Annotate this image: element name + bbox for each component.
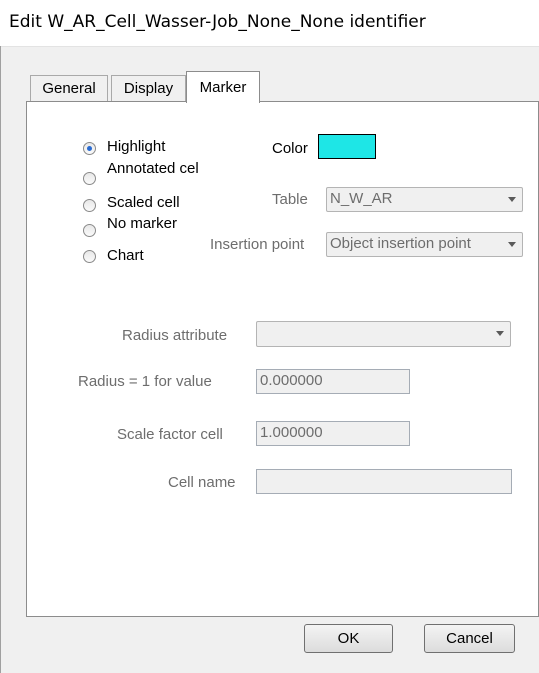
tab-marker[interactable]: Marker <box>186 71 260 103</box>
radius-attribute-label: Radius attribute <box>122 327 228 344</box>
color-swatch[interactable] <box>318 134 376 159</box>
tab-general[interactable]: General <box>30 75 108 101</box>
marker-panel <box>26 101 539 617</box>
radio-scaled-cell-label: Scaled cell <box>107 194 180 211</box>
radius-value-input[interactable]: 0.000000 <box>256 369 410 394</box>
radio-chart[interactable] <box>83 250 96 263</box>
radio-annotated-cel[interactable] <box>83 172 96 185</box>
window-border <box>0 46 1 673</box>
chevron-down-icon <box>508 242 516 247</box>
radio-annotated-cel-label: Annotated cel <box>107 160 199 177</box>
tab-display[interactable]: Display <box>111 75 186 101</box>
table-select[interactable]: N_W_AR <box>326 187 523 212</box>
radius-attribute-select[interactable] <box>256 321 511 347</box>
radio-no-marker-label: No marker <box>107 215 178 232</box>
insertion-point-label: Insertion point <box>210 236 305 253</box>
table-label: Table <box>272 191 308 208</box>
chevron-down-icon <box>496 331 504 336</box>
radio-chart-label: Chart <box>107 247 144 264</box>
scale-factor-label: Scale factor cell <box>117 426 223 443</box>
radio-highlight-label: Highlight <box>107 138 166 155</box>
radio-highlight[interactable] <box>83 142 96 155</box>
cancel-button[interactable]: Cancel <box>424 624 515 653</box>
title-bar: Edit W_AR_Cell_Wasser-Job_None_None iden… <box>0 0 539 47</box>
cell-name-label: Cell name <box>168 474 236 491</box>
window-title: Edit W_AR_Cell_Wasser-Job_None_None iden… <box>9 12 426 32</box>
cell-name-input[interactable] <box>256 469 512 494</box>
radio-no-marker[interactable] <box>83 224 96 237</box>
insertion-point-select-value: Object insertion point <box>330 235 471 252</box>
ok-button[interactable]: OK <box>304 624 393 653</box>
radius-value-label: Radius = 1 for value <box>78 373 212 390</box>
chevron-down-icon <box>508 197 516 202</box>
radio-scaled-cell[interactable] <box>83 199 96 212</box>
color-label: Color <box>272 140 308 157</box>
insertion-point-select[interactable]: Object insertion point <box>326 232 523 257</box>
scale-factor-input[interactable]: 1.000000 <box>256 421 410 446</box>
table-select-value: N_W_AR <box>330 190 393 207</box>
